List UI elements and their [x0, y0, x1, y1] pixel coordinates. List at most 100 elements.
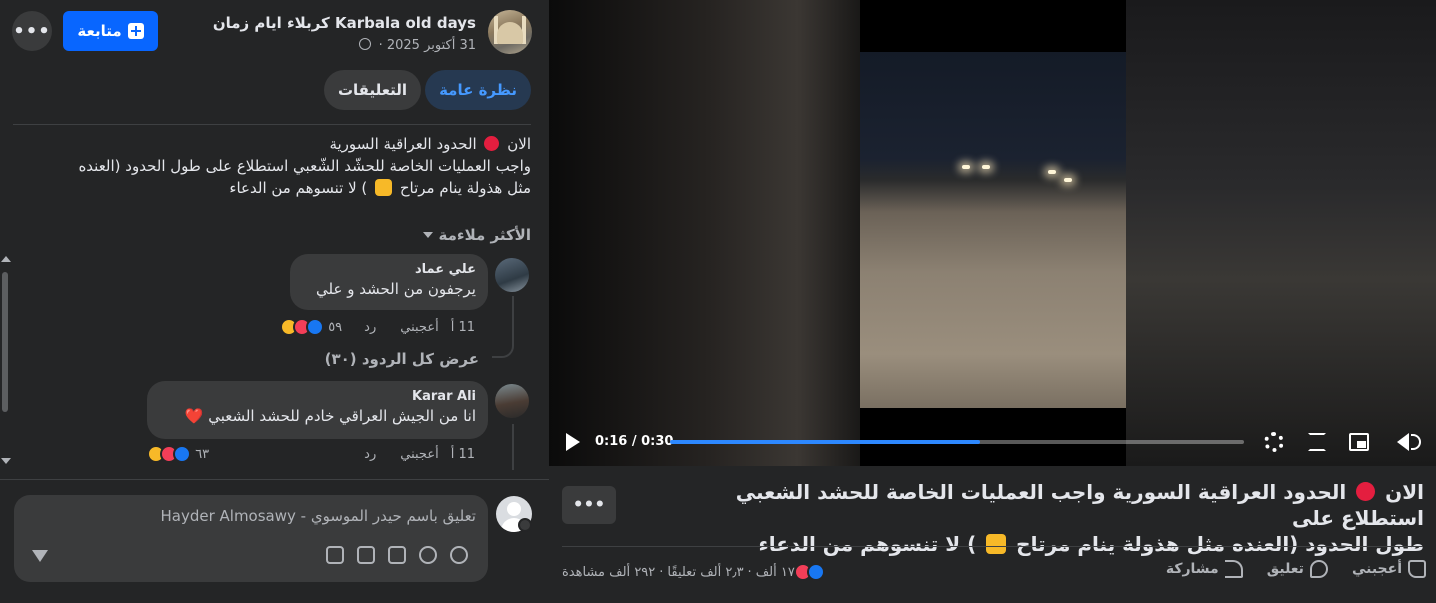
- video-letterbox-top: [860, 0, 1126, 52]
- vehicle-light: [962, 165, 970, 169]
- like-reaction-icon: [806, 563, 825, 581]
- video-frame: [860, 52, 1126, 408]
- video-progress-bar[interactable]: [670, 440, 1244, 444]
- post-text-line3b: ) لا تنسوهم من الدعاء: [229, 179, 368, 197]
- thumbs-up-icon: [1408, 560, 1426, 578]
- composer-toolbar: [326, 546, 468, 564]
- video-time: 0:16 / 0:30: [595, 434, 674, 449]
- comment-meta: 11 أ أعجبني رد ٥٩: [205, 318, 475, 336]
- comment-bubble: Karar Ali انا من الجيش العراقي خادم للحش…: [147, 381, 488, 439]
- view-all-replies-button[interactable]: عرض كل الردود (٣٠): [325, 350, 479, 368]
- video-letterbox-bottom: [860, 408, 1126, 466]
- comments-count[interactable]: ٢٫٣ ألف تعليقًا: [667, 565, 743, 580]
- divider: [13, 124, 531, 125]
- red-circle-icon: [1356, 482, 1376, 501]
- post-text-now: الان: [507, 135, 531, 153]
- send-icon[interactable]: [32, 550, 48, 562]
- caption-line2b: ) لا تنسوهم من الدعاء: [758, 532, 977, 556]
- sort-label: الأكثر ملاءمة: [438, 226, 531, 244]
- reactions-count[interactable]: ١٧ ألف: [756, 565, 795, 580]
- video-progress-fill: [670, 440, 980, 444]
- like-reaction-icon: [173, 445, 192, 463]
- post-text-line3a: مثل هذولة ينام مرتاح: [399, 179, 531, 197]
- fullscreen-icon[interactable]: [1308, 433, 1326, 451]
- vehicle-light: [982, 165, 990, 169]
- comment-reply-button[interactable]: رد: [364, 320, 376, 335]
- comment-reply-button[interactable]: رد: [364, 447, 376, 462]
- post-panel: كربلاء ايام زمان Karbala old days 31 أكت…: [0, 0, 549, 603]
- globe-icon: [359, 38, 372, 50]
- chevron-down-icon[interactable]: [518, 518, 532, 532]
- caption-line2a: طول الحدود (العنده مثل هذولة ينام مرتاح: [1016, 532, 1424, 556]
- avatar-sticker-icon[interactable]: [450, 546, 468, 564]
- comment-input[interactable]: [36, 507, 476, 525]
- thread-line: [512, 424, 514, 470]
- divider: [562, 546, 1423, 547]
- commenter-name[interactable]: Karar Ali: [159, 389, 476, 404]
- stats-separator: ·: [747, 564, 752, 580]
- post-header: كربلاء ايام زمان Karbala old days 31 أكت…: [12, 10, 532, 58]
- settings-gear-icon[interactable]: [1264, 432, 1284, 452]
- comment-button[interactable]: تعليق: [1267, 560, 1328, 578]
- post-tabs: نظرة عامة التعليقات: [323, 70, 531, 110]
- comment-time[interactable]: 11 أ: [451, 447, 475, 462]
- commenter-name[interactable]: علي عماد: [302, 262, 476, 277]
- scroll-up-arrow-icon[interactable]: [1, 256, 11, 262]
- page-avatar[interactable]: [488, 10, 532, 54]
- share-label: مشاركة: [1165, 561, 1219, 577]
- camera-icon[interactable]: [388, 546, 406, 564]
- reaction-count[interactable]: ٦٣: [195, 447, 209, 462]
- caption-now: الان: [1385, 480, 1424, 504]
- stats-separator: ·: [659, 564, 664, 580]
- comment-icon: [1309, 560, 1328, 578]
- raised-hand-icon: [375, 179, 393, 196]
- more-options-button[interactable]: •••: [12, 11, 52, 51]
- tab-overview[interactable]: نظرة عامة: [425, 70, 531, 110]
- comment-meta: 11 أ أعجبني رد ٦٣: [75, 445, 475, 463]
- commenter-avatar[interactable]: [495, 384, 529, 418]
- post-text-line1: الحدود العراقية السورية: [329, 135, 477, 153]
- post-text: الان الحدود العراقية السورية واجب العملي…: [21, 133, 531, 199]
- reaction-icons[interactable]: [280, 318, 325, 336]
- video-blur-background: [1126, 0, 1436, 466]
- views-count: ٢٩٢ ألف مشاهدة: [562, 564, 656, 580]
- like-button[interactable]: أعجبني: [1352, 560, 1426, 578]
- like-reaction-icon: [306, 318, 325, 336]
- reaction-icons[interactable]: [147, 445, 192, 463]
- comment-like-button[interactable]: أعجبني: [400, 447, 438, 462]
- sticker-icon[interactable]: [326, 546, 344, 564]
- video-player[interactable]: 0:16 / 0:30: [549, 0, 1436, 466]
- post-date-text: 31 أكتوبر 2025 ·: [378, 38, 476, 53]
- caption-more-button[interactable]: •••: [562, 486, 616, 524]
- comment-sort-filter[interactable]: الأكثر ملاءمة: [422, 226, 531, 244]
- scrollbar-thumb[interactable]: [2, 272, 8, 412]
- page-name[interactable]: كربلاء ايام زمان Karbala old days: [213, 14, 476, 32]
- miniplayer-icon[interactable]: [1349, 433, 1369, 451]
- share-button[interactable]: مشاركة: [1166, 560, 1243, 578]
- scrollbar[interactable]: [0, 256, 12, 468]
- post-actions: أعجبني تعليق مشاركة: [1166, 560, 1426, 578]
- tab-comments[interactable]: التعليقات: [323, 70, 422, 110]
- volume-icon[interactable]: [1397, 433, 1409, 451]
- post-text-line2: واجب العمليات الخاصة للحشّد الشّعبي استط…: [78, 157, 531, 175]
- emoji-icon[interactable]: [419, 546, 437, 564]
- follow-button[interactable]: متابعة: [63, 11, 158, 51]
- comment-like-button[interactable]: أعجبني: [400, 320, 438, 335]
- follow-label: متابعة: [77, 22, 122, 40]
- red-circle-icon: [484, 136, 500, 151]
- scroll-down-arrow-icon[interactable]: [1, 458, 11, 464]
- caret-down-icon: [422, 232, 433, 238]
- gif-icon[interactable]: [357, 546, 375, 564]
- raised-hand-icon: [986, 534, 1007, 554]
- play-icon[interactable]: [566, 433, 580, 451]
- commenter-avatar[interactable]: [495, 258, 529, 292]
- comment-composer: [14, 495, 488, 582]
- post-stats: ١٧ ألف · ٢٫٣ ألف تعليقًا · ٢٩٢ ألف مشاهد…: [562, 563, 825, 581]
- reply-thread-curve: [492, 296, 514, 358]
- composer-divider: [0, 479, 549, 480]
- follow-icon: [127, 23, 144, 39]
- post-date[interactable]: 31 أكتوبر 2025 ·: [359, 38, 476, 53]
- reaction-icons[interactable]: [793, 563, 825, 581]
- reaction-count[interactable]: ٥٩: [328, 320, 342, 335]
- comment-time[interactable]: 11 أ: [451, 320, 475, 335]
